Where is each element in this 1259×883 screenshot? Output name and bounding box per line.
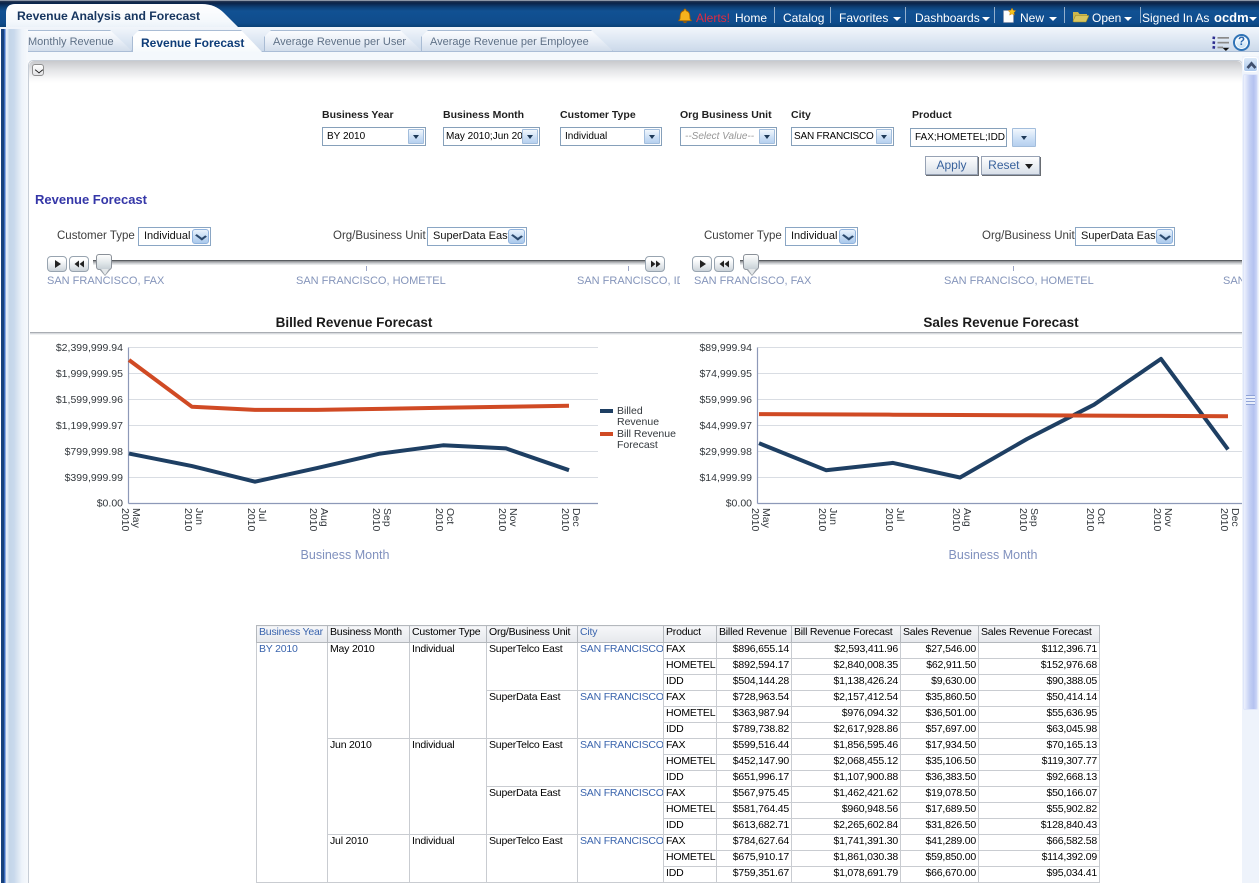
svg-text:Forecast: Forecast [617, 439, 658, 451]
svg-text:$799,999.98: $799,999.98 [65, 446, 124, 458]
svg-text:$0.00: $0.00 [726, 498, 752, 510]
svg-text:2010: 2010 [307, 508, 319, 532]
svg-text:2010: 2010 [1151, 508, 1163, 532]
svg-text:$14,999.99: $14,999.99 [699, 472, 752, 484]
svg-text:$1,999,999.95: $1,999,999.95 [56, 368, 123, 380]
svg-text:2010: 2010 [749, 508, 761, 532]
svg-text:$59,999.96: $59,999.96 [699, 394, 752, 406]
svg-text:Business Month: Business Month [301, 548, 390, 562]
svg-text:$1,599,999.96: $1,599,999.96 [56, 394, 123, 406]
svg-text:2010: 2010 [496, 508, 508, 532]
svg-text:2010: 2010 [119, 508, 131, 532]
svg-text:2010: 2010 [1017, 508, 1029, 532]
svg-text:$89,999.94: $89,999.94 [699, 342, 752, 354]
svg-text:$74,999.95: $74,999.95 [699, 368, 752, 380]
svg-text:Billed Revenue Forecast: Billed Revenue Forecast [276, 315, 433, 330]
svg-text:$44,999.97: $44,999.97 [699, 420, 752, 432]
svg-text:2010: 2010 [1084, 508, 1096, 532]
svg-text:2010: 2010 [182, 508, 194, 532]
svg-text:2010: 2010 [883, 508, 895, 532]
svg-text:$1,199,999.97: $1,199,999.97 [56, 420, 123, 432]
svg-text:Sales Revenue Forecast: Sales Revenue Forecast [923, 315, 1079, 330]
svg-text:2010: 2010 [816, 508, 828, 532]
svg-text:$2,399,999.94: $2,399,999.94 [56, 342, 123, 354]
svg-text:2010: 2010 [950, 508, 962, 532]
svg-text:2010: 2010 [1218, 508, 1230, 532]
svg-text:2010: 2010 [559, 508, 571, 532]
svg-text:2010: 2010 [370, 508, 382, 532]
svg-text:Revenue: Revenue [617, 416, 659, 428]
svg-text:$29,999.98: $29,999.98 [699, 446, 752, 458]
svg-text:2010: 2010 [433, 508, 445, 532]
svg-text:2010: 2010 [245, 508, 257, 532]
svg-text:$399,999.99: $399,999.99 [65, 472, 124, 484]
svg-text:Business Month: Business Month [949, 548, 1038, 562]
